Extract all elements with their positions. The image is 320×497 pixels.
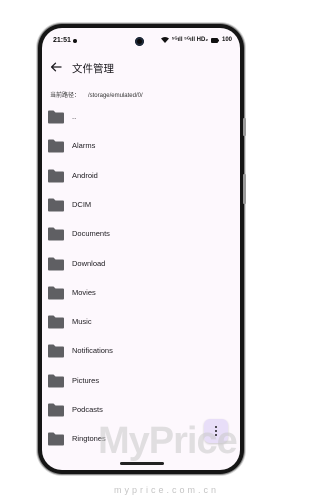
folder-icon — [48, 169, 64, 183]
watermark-url: myprice.com.cn — [114, 485, 220, 495]
folder-label: .. — [72, 112, 77, 121]
folder-icon — [48, 374, 64, 388]
folder-item[interactable]: Notifications — [42, 336, 240, 365]
folder-item[interactable]: Documents — [42, 219, 240, 248]
power-button — [243, 174, 246, 204]
folder-icon — [48, 110, 64, 124]
folder-item[interactable]: DCIM — [42, 190, 240, 219]
battery-icon — [210, 37, 219, 43]
folder-item[interactable]: Pictures — [42, 366, 240, 395]
folder-item[interactable]: .. — [42, 102, 240, 131]
notification-dot-icon — [73, 39, 77, 43]
front-camera — [135, 37, 144, 46]
folder-label: Documents — [72, 229, 110, 239]
folder-label: Movies — [72, 287, 96, 297]
folder-label: Podcasts — [72, 405, 103, 414]
status-icons: ⁵ᴳıll ⁵ᴳıll HD₂ 100 — [160, 37, 232, 43]
folder-icon — [48, 257, 64, 270]
volume-up-button — [243, 118, 246, 136]
folder-icon — [48, 403, 64, 417]
phone-frame: 21:51 ⁵ᴳıll ⁵ᴳıll HD₂ 100 文件管理 当前路径： /st… — [38, 24, 246, 474]
screen: 21:51 ⁵ᴳıll ⁵ᴳıll HD₂ 100 文件管理 当前路径： /st… — [42, 28, 240, 470]
folder-label: Android — [72, 170, 98, 180]
signal-text: ⁵ᴳıll ⁵ᴳıll HD₂ — [171, 37, 208, 43]
app-bar: 文件管理 — [42, 56, 240, 80]
folder-icon — [48, 315, 64, 329]
folder-label: Music — [72, 317, 92, 327]
watermark-brand: MyPrice — [98, 420, 238, 462]
folder-label: Alarms — [72, 141, 96, 151]
path-value: /storage/emulated/0/ — [87, 93, 143, 99]
path-label: 当前路径： — [50, 93, 81, 99]
folder-icon — [48, 286, 64, 300]
folder-item[interactable]: Alarms — [42, 131, 240, 160]
folder-icon — [48, 227, 64, 241]
arrow-back-icon[interactable] — [50, 61, 62, 73]
folder-icon — [48, 432, 64, 446]
folder-label: DCIM — [72, 199, 92, 209]
current-path: 当前路径： /storage/emulated/0/ — [50, 90, 143, 99]
folder-item[interactable]: Android — [42, 161, 240, 190]
folder-label: Pictures — [72, 375, 100, 385]
status-time: 21:51 — [53, 37, 71, 44]
folder-label: Notifications — [72, 346, 113, 356]
folder-label: Download — [72, 258, 106, 268]
battery-level: 100 — [221, 37, 232, 43]
wifi-icon — [160, 37, 169, 43]
folder-item[interactable]: Download — [42, 249, 240, 278]
folder-item[interactable]: Movies — [42, 278, 240, 307]
folder-icon — [48, 198, 64, 212]
folder-icon — [48, 344, 64, 358]
folder-item[interactable]: Music — [42, 307, 240, 336]
page-title: 文件管理 — [72, 63, 114, 75]
status-bar: 21:51 ⁵ᴳıll ⁵ᴳıll HD₂ 100 — [42, 28, 240, 50]
folder-icon — [48, 139, 64, 153]
